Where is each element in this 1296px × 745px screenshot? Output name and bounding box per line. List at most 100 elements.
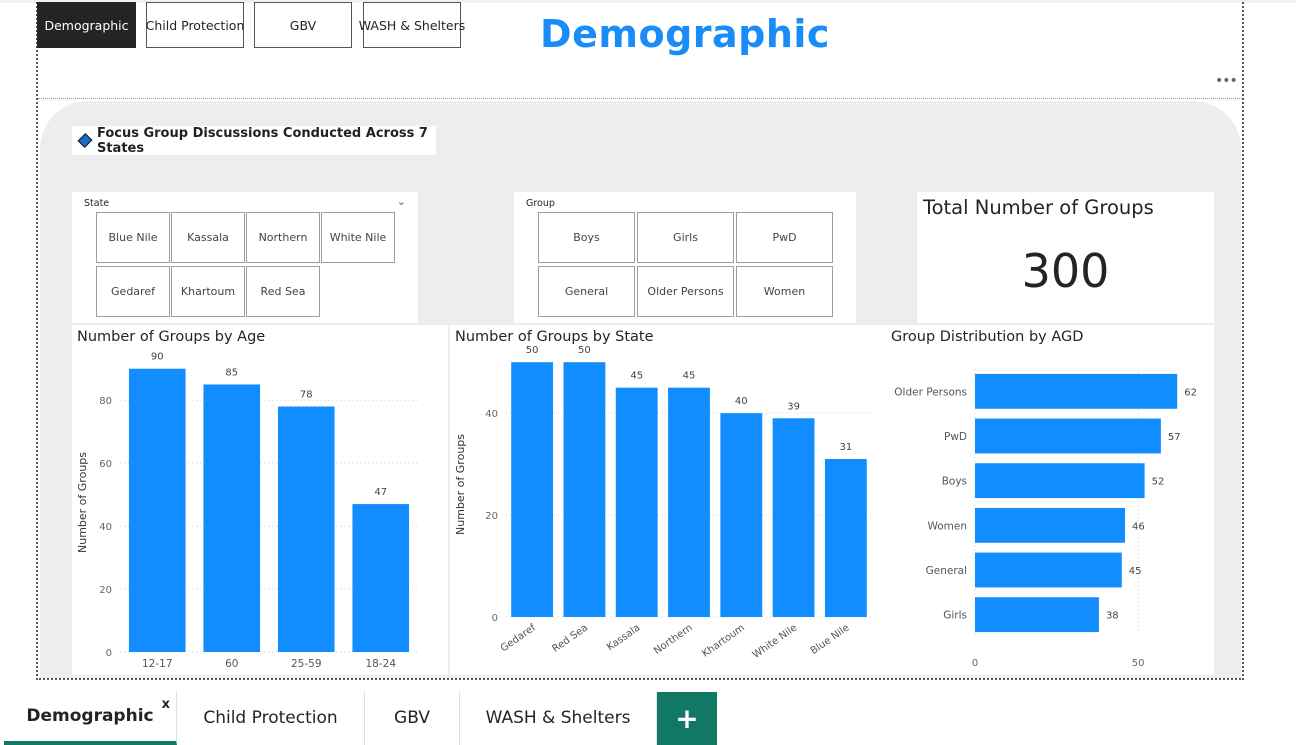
divider [38, 98, 1242, 99]
chart-state-svg: 0 20 40 Number of Groups 50 Gedaref 50 Red Sea 4… [454, 345, 872, 661]
ellipsis-icon[interactable]: ••• [1215, 73, 1238, 89]
bar [720, 413, 763, 617]
chart-agd-svg: 0 50 Older Persons 62 PwD 57 Boys 52 Women 46 Gene… [894, 369, 1197, 669]
nav-button-demographic[interactable]: Demographic [37, 2, 136, 48]
y-axis-label: Number of Groups [76, 452, 89, 553]
tab-label: WASH & Shelters [485, 708, 631, 728]
tab-gbv[interactable]: GBV [365, 691, 460, 745]
group-slicer: Group Boys Girls PwD General Older Perso… [514, 192, 856, 323]
x-tick-label: 12-17 [142, 658, 173, 670]
bar [975, 597, 1099, 633]
bar [563, 362, 606, 617]
data-label: 90 [151, 352, 164, 363]
data-label: 50 [526, 345, 539, 356]
slicer-title: State [84, 198, 110, 209]
page-tab-bar: Demographic x Child Protection GBV WASH … [0, 683, 1296, 745]
x-tick-label: Kassala [605, 622, 642, 653]
x-tick-label: Red Sea [550, 622, 590, 654]
y-tick-label: 20 [485, 511, 498, 522]
kpi-card: Total Number of Groups 300 [917, 192, 1214, 323]
y-tick-label: Girls [943, 610, 967, 622]
y-tick-label: 40 [99, 522, 112, 533]
focus-text: Focus Group Discussions Conducted Across… [96, 125, 428, 156]
chart-card-state: Number of Groups by State 0 20 40 Number of… [450, 325, 886, 675]
x-tick-label: 0 [972, 658, 978, 669]
close-icon[interactable]: x [162, 697, 170, 712]
x-tick-label: Blue Nile [809, 622, 852, 657]
plus-icon[interactable]: + [657, 692, 717, 745]
data-label: 38 [1106, 611, 1119, 622]
diamond-icon [77, 133, 93, 148]
slicer-chip-older-persons[interactable]: Older Persons [637, 266, 734, 317]
bar [128, 368, 186, 652]
chart-age-svg: 0 20 40 60 80 Number of Groups 90 12-17 85 60 78 25… [76, 352, 418, 670]
tab-label: GBV [394, 708, 430, 728]
data-label: 45 [683, 371, 696, 382]
y-tick-label: 0 [492, 613, 498, 624]
slicer-chip-northern[interactable]: Northern [246, 212, 320, 263]
y-axis-label: Number of Groups [454, 434, 467, 535]
bar [975, 552, 1122, 588]
slicer-chip-women[interactable]: Women [736, 266, 833, 317]
bar [824, 459, 867, 617]
x-tick-label: 60 [225, 658, 238, 670]
slicer-chip-girls[interactable]: Girls [637, 212, 734, 263]
slicer-chip-pwd[interactable]: PwD [736, 212, 833, 263]
data-label: 52 [1152, 477, 1165, 488]
x-tick-label: Gedaref [499, 622, 538, 654]
tab-wash-shelters[interactable]: WASH & Shelters [460, 691, 657, 745]
data-label: 78 [300, 390, 313, 401]
nav-button-child-protection[interactable]: Child Protection [146, 2, 244, 48]
x-tick-label: 18-24 [365, 658, 396, 670]
slicer-chip-blue-nile[interactable]: Blue Nile [96, 212, 170, 263]
data-label: 85 [225, 367, 238, 378]
tab-label: Child Protection [203, 708, 338, 728]
bar [668, 387, 710, 617]
bar [203, 384, 261, 652]
state-slicer: State ⌄ Blue Nile Kassala Northern White… [72, 192, 418, 323]
y-tick-label: 0 [106, 648, 112, 659]
slicer-chip-general[interactable]: General [538, 266, 635, 317]
bar [772, 418, 815, 617]
slicer-chip-gedaref[interactable]: Gedaref [96, 266, 170, 317]
tab-demographic[interactable]: Demographic x [4, 691, 177, 745]
data-label: 40 [735, 396, 748, 407]
bar [975, 373, 1178, 409]
data-label: 39 [787, 401, 800, 412]
bar [615, 387, 658, 617]
data-label: 46 [1132, 521, 1145, 532]
kpi-value: 300 [1021, 244, 1110, 298]
slicer-chip-white-nile[interactable]: White Nile [321, 212, 395, 263]
x-tick-label: White Nile [751, 622, 799, 661]
x-tick-label: Khartoum [700, 622, 747, 659]
tab-child-protection[interactable]: Child Protection [177, 691, 365, 745]
bar [277, 406, 335, 652]
chevron-down-icon[interactable]: ⌄ [397, 195, 406, 208]
bar [975, 463, 1145, 499]
data-label: 45 [630, 371, 643, 382]
nav-button-gbv[interactable]: GBV [254, 2, 352, 48]
y-tick-label: Boys [942, 476, 967, 488]
y-tick-label: 80 [99, 396, 112, 407]
focus-banner: Focus Group Discussions Conducted Across… [72, 125, 436, 156]
slicer-chip-khartoum[interactable]: Khartoum [171, 266, 245, 317]
nav-button-wash-shelters[interactable]: WASH & Shelters [359, 2, 465, 48]
y-tick-label: 20 [99, 585, 112, 596]
data-label: 31 [839, 442, 852, 453]
bar [975, 507, 1126, 543]
data-label: 47 [374, 487, 387, 498]
chart-card-agd: Group Distribution by AGD 0 50 Older Perso… [886, 325, 1214, 675]
x-tick-label: 50 [1132, 658, 1145, 669]
y-tick-label: Women [927, 520, 967, 532]
y-tick-label: 40 [485, 409, 498, 420]
y-tick-label: Older Persons [894, 386, 967, 398]
tab-label: Demographic [26, 706, 154, 726]
x-tick-label: Northern [652, 622, 695, 656]
y-tick-label: General [926, 565, 967, 577]
slicer-title: Group [526, 198, 555, 209]
slicer-chip-boys[interactable]: Boys [538, 212, 635, 263]
data-label: 50 [578, 345, 591, 356]
slicer-chip-kassala[interactable]: Kassala [171, 212, 245, 263]
page-title: Demographic [540, 12, 830, 56]
slicer-chip-red-sea[interactable]: Red Sea [246, 266, 320, 317]
